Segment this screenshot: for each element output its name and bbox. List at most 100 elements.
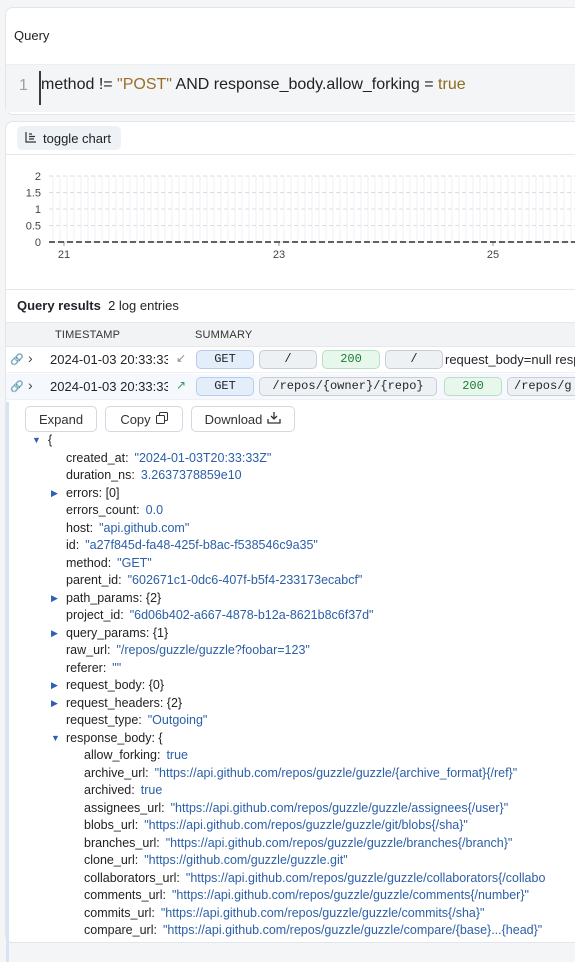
column-header-summary: SUMMARY	[195, 329, 253, 341]
link-icon[interactable]: 🔗	[10, 353, 24, 366]
caret-right-icon[interactable]: ▶	[51, 625, 58, 642]
caret-right-icon[interactable]: ▶	[51, 485, 58, 502]
json-line[interactable]: ▼{	[32, 432, 53, 449]
query-boolean-token: true	[438, 76, 466, 93]
caret-right-icon[interactable]: ▶	[51, 695, 58, 712]
copy-icon	[155, 411, 168, 427]
path-badge: /	[259, 350, 317, 369]
json-value: "GET"	[117, 555, 152, 570]
json-key: id:	[66, 538, 80, 552]
json-line: request_type: "Outgoing"	[66, 712, 207, 729]
json-line: clone_url: "https://github.com/guzzle/guz…	[84, 852, 348, 869]
json-line: blobs_url: "https://api.github.com/repos/…	[84, 817, 468, 834]
divider	[6, 289, 575, 290]
json-key: duration_ns:	[66, 468, 135, 482]
x-tick-label: 21	[58, 249, 70, 261]
json-key: clone_url:	[84, 853, 139, 867]
log-chart[interactable]: 2 1.5 1 0.5 0 21 23 25	[6, 160, 575, 270]
json-key: created_at:	[66, 450, 129, 465]
json-value: "/repos/guzzle/guzzle?foobar=123"	[116, 643, 310, 657]
table-row[interactable]: 🔗 › 2024-01-03 20:33:33 ↙ GET / 200 / re…	[6, 347, 575, 373]
json-key: errors_count:	[66, 503, 140, 517]
divider	[6, 154, 575, 155]
table-header: TIMESTAMP SUMMARY	[6, 322, 575, 347]
json-line[interactable]: ▶ path_params: {2}	[51, 590, 161, 607]
toggle-chart-label: toggle chart	[43, 130, 111, 146]
raw-path-badge: /	[385, 350, 443, 369]
download-button[interactable]: Download	[191, 406, 295, 432]
json-key: allow_forking:	[84, 748, 161, 762]
query-input[interactable]: method != "POST" AND response_body.allow…	[41, 76, 466, 94]
chevron-right-icon[interactable]: ›	[28, 350, 33, 366]
json-value: "https://api.github.com/repos/guzzle/guz…	[144, 818, 468, 832]
json-line[interactable]: ▶ query_params: {1}	[51, 625, 168, 642]
json-line[interactable]: ▼ response_body: {	[51, 730, 163, 747]
copy-button-label: Copy	[120, 411, 151, 427]
caret-down-icon[interactable]: ▼	[51, 730, 60, 747]
json-value: "https://api.github.com/repos/guzzle/guz…	[160, 905, 485, 920]
outgoing-arrow-icon: ↗	[176, 378, 187, 392]
json-key: project_id:	[66, 608, 124, 622]
json-value: "https://api.github.com/repos/guzzle/guz…	[171, 888, 529, 902]
json-line: collaborators_url: "https://api.github.co…	[84, 870, 545, 887]
chevron-right-icon[interactable]: ›	[28, 377, 33, 393]
json-line: method: "GET"	[66, 555, 152, 572]
json-key: archive_url:	[84, 765, 149, 780]
json-line: archived: true	[84, 782, 162, 799]
method-badge: GET	[196, 350, 254, 369]
json-key: collaborators_url:	[84, 870, 180, 885]
json-value: "2024-01-03T20:33:33Z"	[134, 450, 272, 465]
json-line: compare_url: "https://api.github.com/repo…	[84, 922, 542, 939]
caret-down-icon[interactable]: ▼	[32, 432, 41, 449]
json-value: "Outgoing"	[147, 713, 208, 727]
json-line[interactable]: ▶ errors: [0]	[51, 485, 120, 502]
json-line[interactable]: ▶ request_body: {0}	[51, 677, 164, 694]
path-badge: /repos/{owner}/{repo}	[259, 377, 437, 396]
json-line: raw_url: "/repos/guzzle/guzzle?foobar=123…	[66, 642, 310, 659]
x-tick-label: 25	[487, 249, 499, 261]
row-timestamp: 2024-01-03 20:33:33	[50, 352, 168, 367]
json-line: branches_url: "https://api.github.com/rep…	[84, 835, 512, 852]
json-value: ""	[112, 660, 122, 675]
query-editor[interactable]: 1 method != "POST" AND response_body.all…	[6, 64, 575, 112]
json-key: {	[48, 433, 53, 447]
results-header: Query results 2 log entries	[17, 298, 179, 313]
y-tick-label: 1	[35, 204, 41, 216]
log-detail-panel: Expand Copy Download ▼{created_at: "2024-…	[6, 402, 575, 962]
json-line[interactable]: ▶ request_headers: {2}	[51, 695, 182, 712]
copy-button[interactable]: Copy	[105, 406, 183, 432]
expand-button[interactable]: Expand	[25, 406, 97, 432]
json-line: allow_forking: true	[84, 747, 188, 764]
json-value: 3.2637378859e10	[140, 468, 242, 482]
json-value: true	[166, 748, 188, 762]
json-key: raw_url:	[66, 643, 111, 657]
json-value: "6d06b402-a667-4878-b12a-8621b8c6f37d"	[129, 608, 374, 622]
json-key: request_type:	[66, 713, 142, 727]
status-badge: 200	[322, 350, 380, 369]
row-summary-text: request_body=null resp	[445, 352, 575, 367]
bar-chart-icon	[25, 131, 37, 146]
line-number: 1	[19, 77, 28, 94]
json-value: "https://api.github.com/repos/guzzle/guz…	[185, 870, 546, 885]
caret-right-icon[interactable]: ▶	[51, 677, 58, 694]
json-key: compare_url:	[84, 923, 157, 937]
json-value: true	[140, 783, 163, 797]
json-value: "https://api.github.com/repos/guzzle/guz…	[154, 765, 518, 780]
json-line: assignees_url: "https://api.github.com/re…	[84, 800, 508, 817]
column-header-timestamp: TIMESTAMP	[55, 329, 121, 341]
link-icon[interactable]: 🔗	[10, 380, 24, 393]
json-line: commits_url: "https://api.github.com/repo…	[84, 905, 484, 922]
query-token: AND response_body.allow_forking =	[171, 76, 439, 93]
json-key: referer:	[66, 660, 107, 675]
json-key: parent_id:	[66, 573, 122, 587]
caret-right-icon[interactable]: ▶	[51, 590, 58, 607]
toggle-chart-button[interactable]: toggle chart	[17, 126, 121, 150]
json-value: "https://api.github.com/repos/guzzle/guz…	[162, 923, 543, 937]
table-row[interactable]: 🔗 › 2024-01-03 20:33:33 ↗ GET /repos/{ow…	[6, 374, 575, 400]
json-line: id: "a27f845d-fa48-425f-b8ac-f538546c9a35…	[66, 537, 318, 554]
json-key: branches_url:	[84, 835, 160, 850]
json-line: created_at: "2024-01-03T20:33:33Z"	[66, 450, 271, 467]
method-badge: GET	[196, 377, 254, 396]
json-key: archived:	[84, 783, 135, 797]
status-badge: 200	[444, 377, 502, 396]
